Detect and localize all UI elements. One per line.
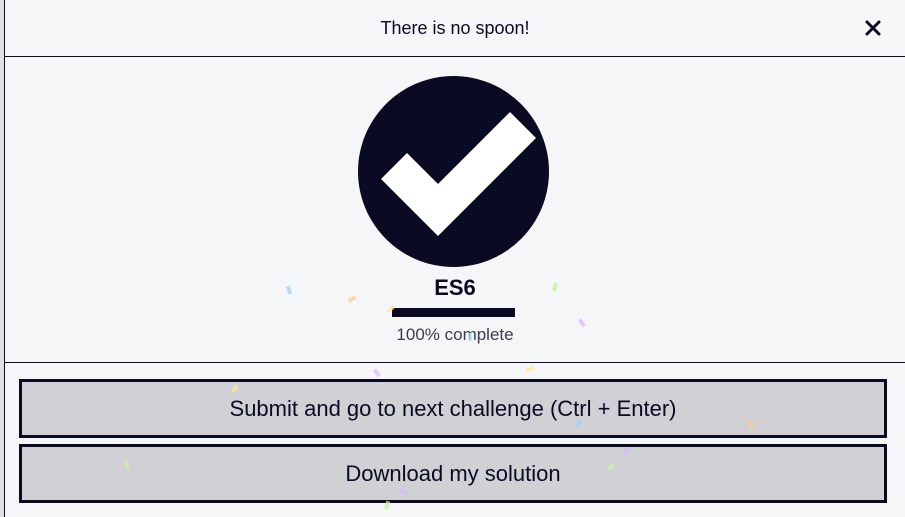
progress-bar xyxy=(392,308,515,317)
confetti-piece xyxy=(525,365,535,373)
modal-header: There is no spoon! xyxy=(5,0,905,57)
confetti-piece xyxy=(372,368,382,378)
modal-title: There is no spoon! xyxy=(380,17,530,38)
challenge-complete-modal: There is no spoon! ES6 100% complete Sub… xyxy=(4,0,905,517)
modal-body: ES6 100% complete xyxy=(5,57,905,363)
check-mark-icon xyxy=(358,76,549,267)
submit-next-button[interactable]: Submit and go to next challenge (Ctrl + … xyxy=(19,379,887,438)
progress-bar-fill xyxy=(392,308,515,317)
certification-name: ES6 xyxy=(434,275,476,300)
modal-footer: Submit and go to next challenge (Ctrl + … xyxy=(5,363,905,510)
confetti-piece xyxy=(383,500,391,510)
progress-text: 100% complete xyxy=(396,325,514,344)
download-solution-button[interactable]: Download my solution xyxy=(19,444,887,503)
close-icon[interactable] xyxy=(861,16,885,40)
